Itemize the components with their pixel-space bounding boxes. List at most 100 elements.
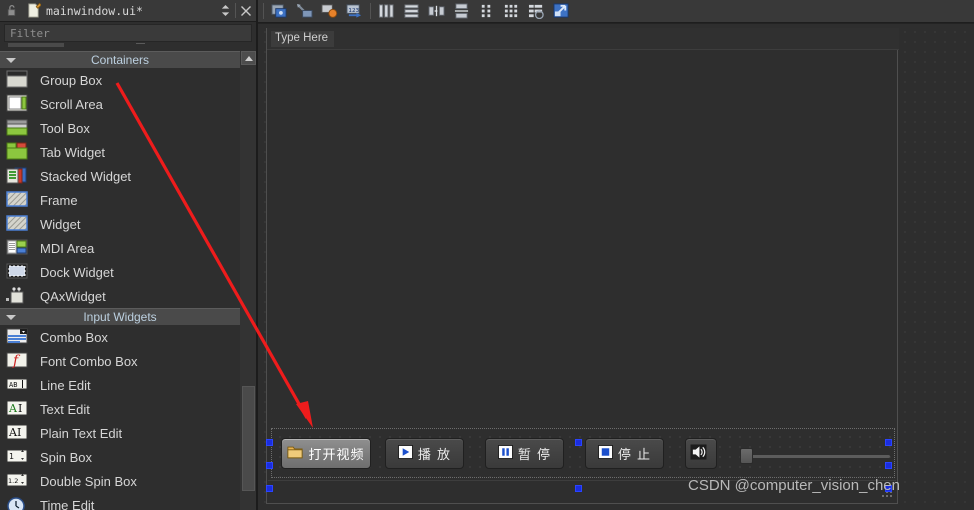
selection-handle-middle-left[interactable]	[266, 462, 273, 469]
widget-item-widget[interactable]: Widget	[0, 212, 240, 236]
widget-item-font-combo-box[interactable]: f Font Combo Box	[0, 349, 240, 373]
layout-grid-icon[interactable]	[499, 1, 524, 22]
button-label: 停 止	[617, 448, 652, 463]
text-edit-icon: A I	[6, 399, 32, 419]
widget-item-text-edit[interactable]: A I Text Edit	[0, 397, 240, 421]
svg-text:AB: AB	[9, 381, 17, 389]
selection-handle-top-left[interactable]	[266, 439, 273, 446]
selection-handle-bottom-center[interactable]	[575, 485, 582, 492]
volume-icon	[690, 443, 707, 464]
volume-slider[interactable]	[740, 448, 890, 464]
chevron-down-icon	[0, 57, 22, 63]
filter-input[interactable]: Filter	[4, 24, 252, 42]
widget-box-scrollbar[interactable]	[240, 51, 256, 510]
form-canvas[interactable]: Type Here 打开视频 播 放 暂 停 停 止	[258, 24, 974, 510]
widget-item-label: Frame	[40, 192, 78, 208]
selection-handle-bottom-left[interactable]	[266, 485, 273, 492]
dock-titlebar: mainwindow.ui*	[0, 0, 256, 22]
open-video-button[interactable]: 打开视频	[281, 438, 371, 469]
widget-item-label: Plain Text Edit	[40, 425, 123, 441]
break-layout-icon[interactable]	[524, 1, 549, 22]
widget-item-qaxwidget[interactable]: QAxWidget	[0, 284, 240, 308]
edit-tab-order-icon[interactable]: 123	[342, 1, 367, 22]
pause-icon	[497, 444, 513, 463]
scroll-up-icon[interactable]	[241, 51, 256, 65]
double-spin-box-icon: 1.2	[6, 471, 32, 491]
widget-item-label: Group Box	[40, 72, 103, 88]
watermark-text: CSDN @computer_vision_chen	[688, 477, 900, 494]
toolbar-divider	[263, 3, 264, 19]
button-label: 播 放	[417, 448, 452, 463]
scrollbar-thumb[interactable]	[242, 386, 255, 491]
svg-text:I: I	[18, 402, 22, 415]
edit-signals-slots-icon[interactable]	[292, 1, 317, 22]
dock-widget-icon	[6, 262, 32, 282]
layout-form-icon[interactable]	[474, 1, 499, 22]
widget-list[interactable]: Containers Group Box Scroll Area Tool Bo…	[0, 51, 240, 510]
widget-item-stacked-widget[interactable]: Stacked Widget	[0, 164, 240, 188]
widget-item-label: Combo Box	[40, 329, 108, 345]
widget-item-scroll-area[interactable]: Scroll Area	[0, 92, 240, 116]
widget-item-label: Scroll Area	[40, 96, 103, 112]
stacked-widget-icon	[6, 166, 32, 186]
widget-item-double-spin-box[interactable]: 1.2 Double Spin Box	[0, 469, 240, 493]
widget-icon	[6, 214, 32, 234]
unlock-icon	[0, 1, 22, 21]
toolbar-divider	[370, 3, 371, 19]
edit-buddies-icon[interactable]	[317, 1, 342, 22]
chevron-down-icon	[0, 314, 22, 320]
layout-splitter-vertical-icon[interactable]	[449, 1, 474, 22]
main-window-form[interactable]: Type Here 打开视频 播 放 暂 停 停 止	[266, 28, 899, 504]
line-edit-icon: AB	[6, 375, 32, 395]
widget-item-time-edit[interactable]: Time Edit	[0, 493, 240, 510]
time-edit-icon	[6, 495, 32, 510]
combo-box-icon	[6, 327, 32, 347]
slider-handle[interactable]	[740, 448, 753, 464]
widget-item-label: Tool Box	[40, 120, 90, 136]
widget-item-tool-box[interactable]: Tool Box	[0, 116, 240, 140]
widget-item-spin-box[interactable]: 1 Spin Box	[0, 445, 240, 469]
layout-splitter-horizontal-icon[interactable]	[424, 1, 449, 22]
widget-item-frame[interactable]: Frame	[0, 188, 240, 212]
widget-item-group-box[interactable]: Group Box	[0, 68, 240, 92]
form-central-widget[interactable]	[268, 51, 896, 434]
widget-item-plain-text-edit[interactable]: AI Plain Text Edit	[0, 421, 240, 445]
widget-item-label: Font Combo Box	[40, 353, 138, 369]
menubar-type-here[interactable]: Type Here	[271, 31, 335, 47]
button-row-layout[interactable]: 打开视频 播 放 暂 停 停 止	[271, 428, 895, 478]
filter-placeholder: Filter	[10, 26, 50, 40]
widget-group-containers[interactable]: Containers	[0, 51, 240, 68]
ui-file-icon	[22, 1, 44, 21]
widget-item-label: Widget	[40, 216, 81, 232]
selection-handle-top-center[interactable]	[575, 439, 582, 446]
widget-item-line-edit[interactable]: AB Line Edit	[0, 373, 240, 397]
layout-horizontally-icon[interactable]	[374, 1, 399, 22]
play-icon	[397, 444, 413, 463]
layout-vertically-icon[interactable]	[399, 1, 424, 22]
widget-item-label: Double Spin Box	[40, 473, 137, 489]
volume-button[interactable]	[685, 438, 717, 469]
play-button[interactable]: 播 放	[385, 438, 464, 469]
widget-item-tab-widget[interactable]: Tab Widget	[0, 140, 240, 164]
edit-widgets-icon[interactable]	[267, 1, 292, 22]
selection-handle-middle-right[interactable]	[885, 462, 892, 469]
widget-group-input-widgets[interactable]: Input Widgets	[0, 308, 240, 325]
adjust-size-icon[interactable]	[549, 1, 574, 22]
qt-designer-window: mainwindow.ui* Filter Containers Group B…	[0, 0, 974, 510]
mdi-area-icon	[6, 238, 32, 258]
form-menubar[interactable]: Type Here	[267, 28, 899, 50]
svg-text:123: 123	[348, 8, 359, 14]
button-label: 打开视频	[308, 448, 365, 463]
designer-toolbar: 123	[258, 0, 974, 23]
widget-item-combo-box[interactable]: Combo Box	[0, 325, 240, 349]
widget-item-label: Tab Widget	[40, 144, 106, 160]
pause-button[interactable]: 暂 停	[485, 438, 564, 469]
widget-item-mdi-area[interactable]: MDI Area	[0, 236, 240, 260]
tab-widget-icon	[6, 142, 32, 162]
widget-item-dock-widget[interactable]: Dock Widget	[0, 260, 240, 284]
float-dock-icon[interactable]	[215, 0, 235, 22]
selection-handle-top-right[interactable]	[885, 439, 892, 446]
stop-button[interactable]: 停 止	[585, 438, 664, 469]
close-icon[interactable]	[236, 0, 256, 22]
plain-text-edit-icon: AI	[6, 423, 32, 443]
